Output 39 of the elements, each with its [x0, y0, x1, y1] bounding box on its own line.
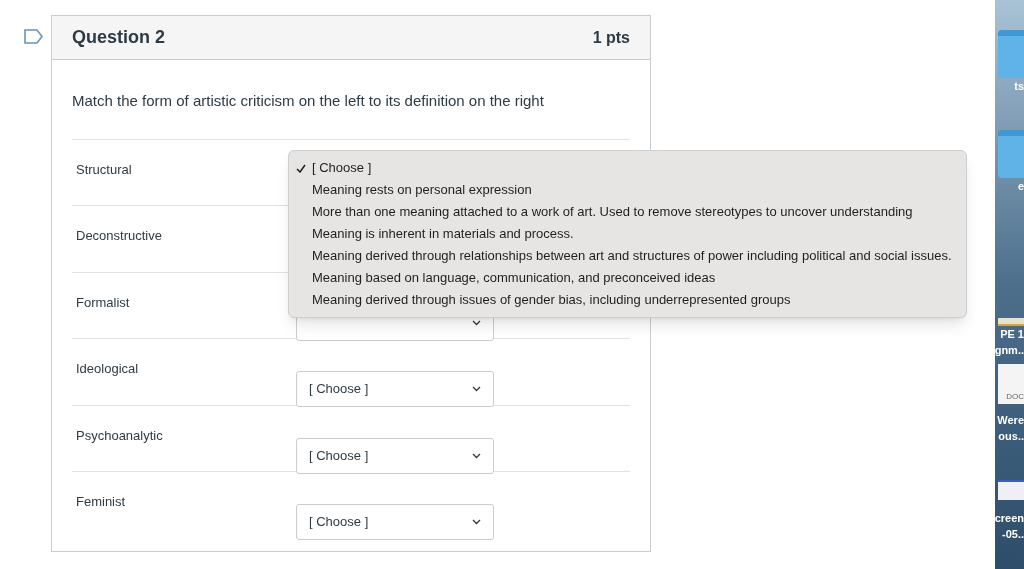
row-label: Ideological — [75, 360, 140, 378]
answer-select[interactable]: [ Choose ] — [296, 504, 494, 540]
chevron-down-icon — [472, 452, 481, 459]
thumbnail-text: DOC — [1006, 393, 1024, 401]
desktop-icon-label: -05.. — [1002, 527, 1024, 542]
chevron-down-icon — [472, 519, 481, 525]
file-thumbnail-icon[interactable] — [998, 318, 1024, 326]
document-thumbnail-icon[interactable]: DOC — [998, 364, 1024, 404]
folder-icon[interactable] — [998, 130, 1024, 178]
desktop-icon-label: gnm.. — [994, 343, 1024, 358]
question-prompt: Match the form of artistic criticism on the left to its definition on the right — [72, 91, 545, 111]
row-label: Deconstructive — [75, 227, 163, 245]
answer-select[interactable]: [ Choose ] — [296, 437, 494, 474]
checkmark-icon — [296, 163, 306, 173]
desktop-icon-label: ts — [1014, 79, 1024, 94]
desktop-icon-label: PE 1 — [1000, 327, 1024, 342]
screenshot-thumbnail-icon[interactable] — [998, 480, 1024, 500]
dropdown-option[interactable]: Meaning rests on personal expression — [289, 179, 952, 201]
dropdown-option[interactable]: Meaning derived through issues of gender bias, including underrepresented groups — [289, 289, 952, 311]
dropdown-option[interactable]: Meaning derived through relationships between art and structures of power including political and social issues. — [289, 245, 952, 267]
folder-icon[interactable] — [998, 30, 1024, 78]
desktop-icon-label: creen — [994, 511, 1024, 526]
question-title: Question 2 — [72, 26, 165, 49]
flag-icon[interactable] — [24, 29, 43, 44]
row-label: Feminist — [75, 493, 127, 511]
row-label: Structural — [75, 160, 133, 179]
row-label: Psychoanalytic — [75, 426, 164, 445]
dropdown-option[interactable]: Meaning based on language, communication, and preconceived ideas — [289, 267, 952, 289]
row-label: Formalist — [75, 293, 131, 312]
dropdown-option[interactable]: Meaning is inherent in materials and process. — [289, 223, 952, 245]
desktop-icon-label: e — [1017, 179, 1024, 194]
answer-select[interactable]: [ Choose ] — [296, 371, 494, 407]
desktop-icon-label: ous.. — [998, 429, 1024, 444]
dropdown-option[interactable]: [ Choose ] — [289, 157, 952, 179]
dropdown-option[interactable]: More than one meaning attached to a work of art. Used to remove stereotypes to uncover understanding — [289, 201, 952, 223]
chevron-down-icon — [472, 386, 481, 392]
desktop-icon-label: Were — [997, 413, 1024, 428]
question-points: 1 pts — [592, 27, 630, 48]
chevron-down-icon — [472, 319, 481, 326]
